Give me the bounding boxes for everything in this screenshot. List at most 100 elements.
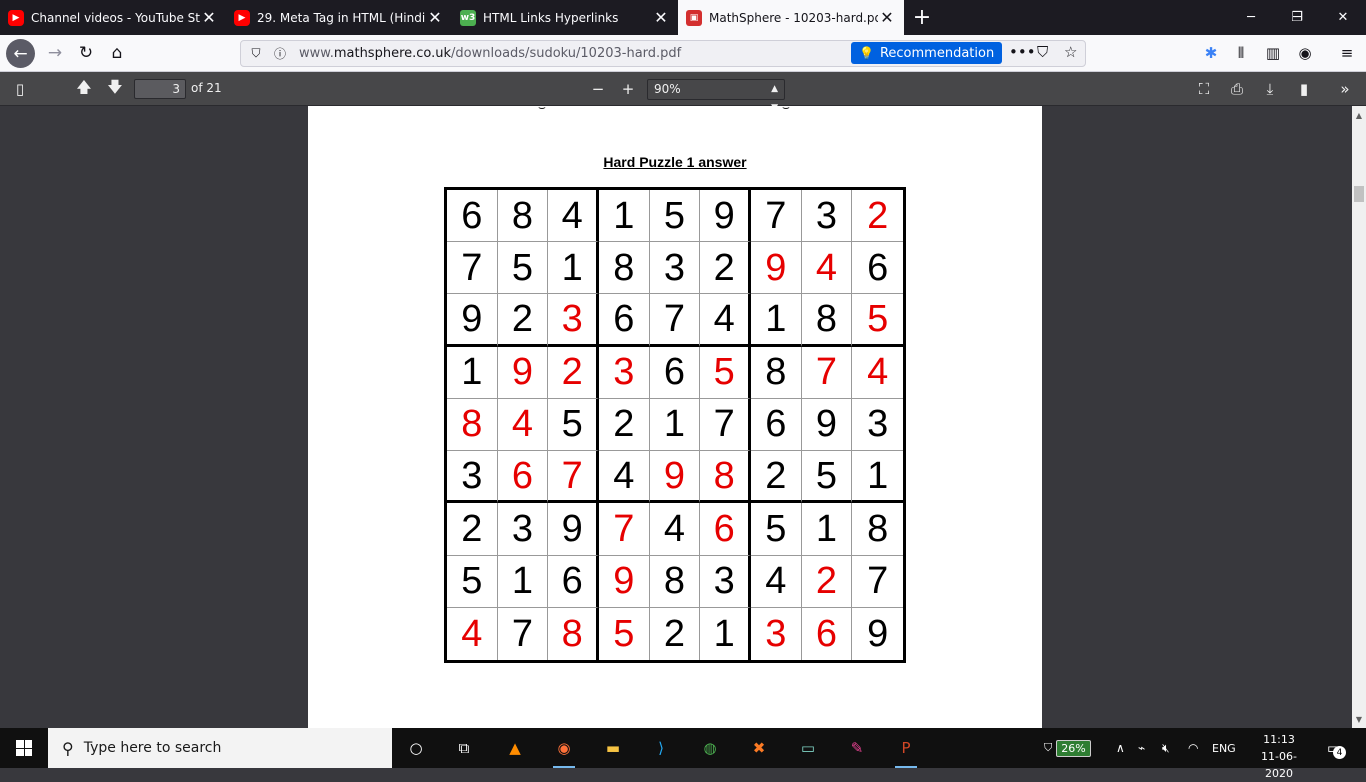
sudoku-cell: 1 xyxy=(852,451,903,504)
sudoku-cell: 4 xyxy=(700,294,751,347)
action-center-button[interactable]: ▭ 4 xyxy=(1320,736,1348,760)
sudoku-cell: 4 xyxy=(852,347,903,399)
print-button[interactable]: ⎙ xyxy=(1225,78,1249,100)
sudoku-cell: 4 xyxy=(649,503,701,556)
url-bar[interactable]: ⛉ ⓘ www.mathsphere.co.uk/downloads/sudok… xyxy=(240,40,1086,67)
sudoku-cell: 2 xyxy=(447,503,498,556)
sudoku-cell: 7 xyxy=(447,242,498,295)
menu-icon[interactable]: ≡ xyxy=(1332,39,1362,67)
scroll-up-arrow-icon[interactable]: ▲ xyxy=(1352,108,1366,122)
tools-button[interactable]: » xyxy=(1333,78,1357,100)
xampp-icon[interactable]: ✖ xyxy=(744,734,774,762)
pocket-icon[interactable]: ⛉ xyxy=(1037,43,1048,61)
sudoku-cell: 2 xyxy=(548,346,599,399)
show-hidden-icons[interactable]: ∧ xyxy=(1116,728,1125,768)
account-icon[interactable]: ◉ xyxy=(1290,39,1320,67)
sudoku-cell: 7 xyxy=(649,294,701,347)
pdf-toolbar: ▯ 🡅 🡇 3 of 21 − + 90% ▲▼ ⛶ ⎙ ⤓ ▮ » xyxy=(0,72,1366,113)
vertical-scrollbar[interactable]: ▲ ▼ xyxy=(1352,106,1366,728)
previous-page-button[interactable]: 🡅 xyxy=(72,78,96,100)
paint-app-icon[interactable]: ✎ xyxy=(842,734,872,762)
sudoku-cell: 3 xyxy=(447,451,498,504)
tab-meta-tag-video[interactable]: ▶ 29. Meta Tag in HTML (Hindi) - ✕ xyxy=(226,0,452,35)
volume-muted-icon[interactable]: 🔇︎ xyxy=(1162,728,1170,768)
shield-icon[interactable]: ⛉ xyxy=(247,46,265,61)
next-page-button[interactable]: 🡇 xyxy=(103,78,127,100)
sudoku-cell: 5 xyxy=(700,346,751,399)
firefox-icon[interactable]: ◉ xyxy=(549,734,579,768)
info-icon[interactable]: ⓘ xyxy=(271,45,289,62)
start-button[interactable] xyxy=(0,728,48,768)
windows-logo-icon xyxy=(16,740,32,756)
sidebar-icon[interactable]: ▥ xyxy=(1258,39,1288,67)
reload-button[interactable]: ↻ xyxy=(71,39,101,67)
remote-desktop-icon[interactable]: ▭ xyxy=(793,734,823,762)
scroll-thumb[interactable] xyxy=(1354,186,1364,202)
library-icon[interactable]: ⫴ xyxy=(1226,39,1256,67)
file-explorer-icon[interactable]: ▬ xyxy=(598,734,628,762)
sudoku-cell: 3 xyxy=(751,607,802,660)
url-path: /downloads/sudoku/10203-hard.pdf xyxy=(451,46,682,61)
close-window-button[interactable]: ✕ xyxy=(1320,0,1366,35)
close-tab-icon[interactable]: ✕ xyxy=(200,8,218,27)
language-indicator[interactable]: ENG xyxy=(1212,728,1236,768)
download-button[interactable]: ⤓ xyxy=(1258,78,1282,100)
sudoku-cell: 6 xyxy=(700,503,751,556)
sudoku-cell: 7 xyxy=(548,451,599,504)
taskbar-search[interactable]: ⚲ Type here to search xyxy=(48,728,392,768)
zoom-select[interactable]: 90% ▲▼ xyxy=(647,79,785,113)
tab-title: MathSphere - 10203-hard.pdf xyxy=(709,10,878,25)
vscode-icon[interactable]: ⟩ xyxy=(646,734,676,762)
toggle-sidebar-button[interactable]: ▯ xyxy=(8,78,32,100)
sudoku-cell: 8 xyxy=(649,555,701,608)
powerpoint-icon[interactable]: P xyxy=(891,734,921,768)
vlc-icon[interactable]: ▲ xyxy=(500,734,530,762)
back-button[interactable]: ← xyxy=(6,39,35,68)
sudoku-cell: 4 xyxy=(751,555,802,608)
sudoku-cell: 2 xyxy=(700,242,751,295)
presentation-mode-button[interactable]: ⛶ xyxy=(1192,78,1216,100)
bookmark-button[interactable]: ▮ xyxy=(1292,78,1316,100)
search-icon: ⚲ xyxy=(62,738,74,758)
puzzle-title: Hard Puzzle 1 answer xyxy=(603,154,747,170)
maximize-button[interactable]: ❐ xyxy=(1274,0,1320,35)
battery-indicator[interactable]: ⛉ 26% xyxy=(1044,728,1091,768)
forward-button[interactable]: → xyxy=(40,39,70,67)
extension-icon[interactable]: ✱ xyxy=(1196,39,1226,67)
sudoku-cell: 2 xyxy=(497,294,549,347)
shield-icon: ⛉ xyxy=(1044,741,1053,754)
home-button[interactable]: ⌂ xyxy=(102,39,132,67)
clock[interactable]: 11:13 11-06-2020 xyxy=(1248,731,1310,782)
recommendation-button[interactable]: 💡 Recommendation xyxy=(851,42,1003,64)
tab-mathsphere-pdf[interactable]: ▣ MathSphere - 10203-hard.pdf ✕ xyxy=(678,0,904,35)
page-number-input[interactable]: 3 xyxy=(134,79,186,99)
sudoku-cell: 9 xyxy=(649,451,701,504)
close-tab-icon[interactable]: ✕ xyxy=(652,8,670,27)
sudoku-cell: 6 xyxy=(548,555,599,608)
sudoku-cell: 6 xyxy=(751,398,802,452)
tab-html-links[interactable]: w3 HTML Links Hyperlinks ✕ xyxy=(452,0,678,35)
minimize-button[interactable]: ─ xyxy=(1228,0,1274,35)
chrome-icon[interactable]: ◍ xyxy=(695,734,725,762)
sudoku-cell: 9 xyxy=(599,555,650,608)
pdf-viewer[interactable]: ⌣ ⌣ Hard Puzzle 1 answer 684159732751832… xyxy=(0,106,1352,728)
close-tab-icon[interactable]: ✕ xyxy=(426,8,444,27)
url-text[interactable]: www.mathsphere.co.uk/downloads/sudoku/10… xyxy=(299,46,681,61)
task-view-icon[interactable]: ⧉ xyxy=(449,734,479,762)
power-icon[interactable]: ⌁ xyxy=(1138,728,1145,768)
tab-title: HTML Links Hyperlinks xyxy=(483,10,619,25)
new-tab-button[interactable]: + xyxy=(904,0,940,35)
sudoku-cell: 7 xyxy=(700,398,751,452)
zoom-in-button[interactable]: + xyxy=(616,78,640,100)
zoom-out-button[interactable]: − xyxy=(586,78,610,100)
sudoku-cell: 7 xyxy=(498,607,549,660)
tab-youtube-studio[interactable]: ▶ Channel videos - YouTube Studio ✕ xyxy=(0,0,226,35)
close-tab-icon[interactable]: ✕ xyxy=(878,8,896,27)
bookmark-star-icon[interactable]: ☆ xyxy=(1064,43,1077,61)
scroll-down-arrow-icon[interactable]: ▼ xyxy=(1352,712,1366,726)
sudoku-cell: 7 xyxy=(801,346,853,399)
page-actions-icon[interactable]: ••• xyxy=(1009,43,1036,61)
sudoku-cell: 2 xyxy=(852,190,903,243)
wifi-icon[interactable]: ◠ xyxy=(1188,728,1198,768)
cortana-icon[interactable]: ○ xyxy=(401,734,431,762)
